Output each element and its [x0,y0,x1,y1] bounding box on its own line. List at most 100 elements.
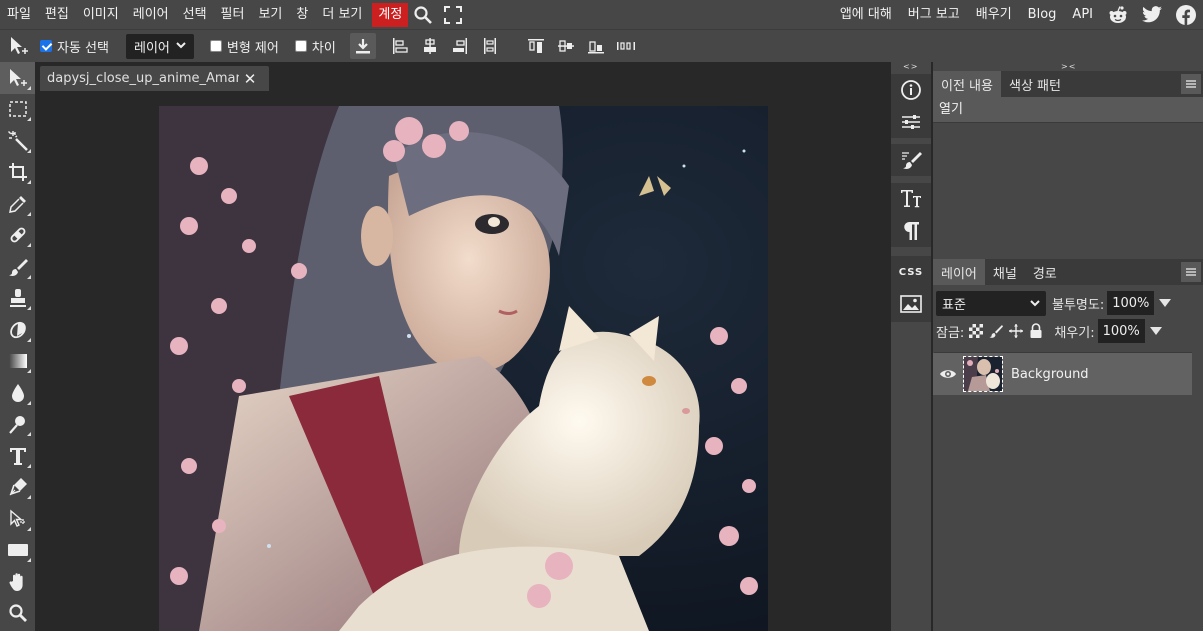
twitter-icon[interactable] [1135,0,1169,29]
pen-icon [9,478,27,496]
transform-controls-checkbox[interactable] [209,40,222,52]
auto-select-option[interactable]: 자동 선택 [40,37,109,56]
tab-paths[interactable]: 경로 [1025,259,1065,285]
healing-tool[interactable] [0,220,35,252]
eraser-tool[interactable] [0,314,35,346]
eye-icon[interactable] [933,368,963,380]
right-panels: >< 이전 내용 색상 패턴 열기 레이어 채널 경로 표준 불투명도: 100… [933,62,1203,631]
menu-blog[interactable]: Blog [1020,3,1065,27]
lock-transparency-icon[interactable] [968,323,984,339]
magic-wand-tool[interactable] [0,125,35,157]
align-middle-v-icon[interactable] [554,34,578,58]
lock-pixels-icon[interactable] [988,323,1004,339]
opacity-input[interactable]: 100% [1107,291,1155,315]
history-tabs: 이전 내용 색상 패턴 [933,71,1203,97]
menu-filter[interactable]: 필터 [214,3,252,27]
blend-mode-dropdown[interactable]: 표준 [936,290,1046,316]
align-right-icon[interactable] [448,34,472,58]
menu-more[interactable]: 더 보기 [315,3,369,27]
hand-tool[interactable] [0,566,35,598]
history-item[interactable]: 열기 [933,97,1203,123]
distance-checkbox[interactable] [294,40,307,52]
zoom-icon [8,604,27,623]
close-icon[interactable]: ✕ [239,70,261,88]
menu-edit[interactable]: 편집 [38,3,76,27]
menu-view[interactable]: 보기 [251,3,289,27]
info-icon[interactable] [891,74,931,106]
menu-layer[interactable]: 레이어 [126,3,176,27]
menu-select[interactable]: 선택 [176,3,214,27]
main-menu: 파일 편집 이미지 레이어 선택 필터 보기 창 더 보기 계정 [0,0,468,29]
options-bar: 자동 선택 레이어 변형 제어 차이 [0,29,1203,62]
align-top-icon[interactable] [524,34,548,58]
zoom-tool[interactable] [0,598,35,630]
download-icon[interactable] [349,33,376,59]
collapse-left-icon[interactable]: <> [903,62,918,71]
tab-layers[interactable]: 레이어 [933,259,985,285]
panel-menu-icon[interactable] [1181,262,1201,282]
collapse-right-icon[interactable]: >< [1061,62,1076,71]
pen-tool[interactable] [0,472,35,504]
reddit-icon[interactable] [1101,0,1135,29]
fill-input[interactable]: 100% [1097,319,1145,343]
search-icon[interactable] [408,0,438,29]
auto-select-checkbox[interactable] [40,40,52,52]
align-bottom-icon[interactable] [584,34,608,58]
lock-position-icon[interactable] [1008,323,1024,339]
text-tool[interactable] [0,440,35,472]
menu-file[interactable]: 파일 [0,3,38,27]
distribute-v-icon[interactable] [614,34,638,58]
gradient-tool[interactable] [0,346,35,378]
blend-mode-value: 표준 [942,297,966,313]
menu-api[interactable]: API [1064,3,1101,27]
marquee-tool[interactable] [0,94,35,126]
document-tab-title: dapysj_close_up_anime_Amano [47,71,239,86]
layer-name: Background [1011,366,1089,382]
align-center-h-icon[interactable] [418,34,442,58]
move-tool[interactable] [0,62,35,94]
transform-controls-label: 변형 제어 [226,40,279,56]
image-canvas[interactable] [159,106,768,631]
path-select-tool[interactable] [0,503,35,535]
blur-tool[interactable] [0,377,35,409]
lock-all-icon[interactable] [1028,323,1044,339]
menu-about[interactable]: 앱에 대해 [832,3,900,27]
paragraph-icon[interactable] [891,215,931,247]
crop-tool[interactable] [0,157,35,189]
target-select[interactable]: 레이어 [125,33,194,59]
menu-window[interactable]: 창 [289,3,315,27]
transform-controls-option[interactable]: 변형 제어 [209,37,279,56]
target-dropdown[interactable]: 레이어 [125,33,194,59]
adjustments-icon[interactable] [891,106,931,138]
panel-menu-icon[interactable] [1181,74,1201,94]
menu-account[interactable]: 계정 [372,2,409,27]
tab-channels[interactable]: 채널 [985,259,1025,285]
drop-icon [11,383,24,402]
fill-slider-toggle-icon[interactable] [1149,327,1162,335]
document-tab[interactable]: dapysj_close_up_anime_Amano ✕ [40,66,269,91]
dodge-tool[interactable] [0,409,35,441]
css-icon[interactable]: CSS [891,256,931,288]
panel-icon-strip: <> CSS [891,62,931,631]
shape-tool[interactable] [0,535,35,567]
brush-tool[interactable] [0,251,35,283]
image-icon[interactable] [891,288,931,320]
layer-row[interactable]: Background [933,353,1192,395]
stamp-tool[interactable] [0,283,35,315]
move-icon [9,68,27,86]
facebook-icon[interactable] [1169,0,1203,29]
fullscreen-icon[interactable] [438,0,468,29]
menu-report-bug[interactable]: 버그 보고 [900,3,968,27]
tab-history[interactable]: 이전 내용 [933,71,1001,97]
tab-swatches[interactable]: 색상 패턴 [1001,71,1069,97]
opacity-slider-toggle-icon[interactable] [1159,299,1172,307]
menu-learn[interactable]: 배우기 [968,3,1020,27]
eyedropper-tool[interactable] [0,188,35,220]
distribute-h-icon[interactable] [478,34,502,58]
align-left-icon[interactable] [388,34,412,58]
brush-settings-icon[interactable] [891,144,931,176]
history-panel: 이전 내용 색상 패턴 열기 [933,71,1203,257]
distance-option[interactable]: 차이 [294,37,336,56]
character-icon[interactable] [891,183,931,215]
menu-image[interactable]: 이미지 [76,3,126,27]
